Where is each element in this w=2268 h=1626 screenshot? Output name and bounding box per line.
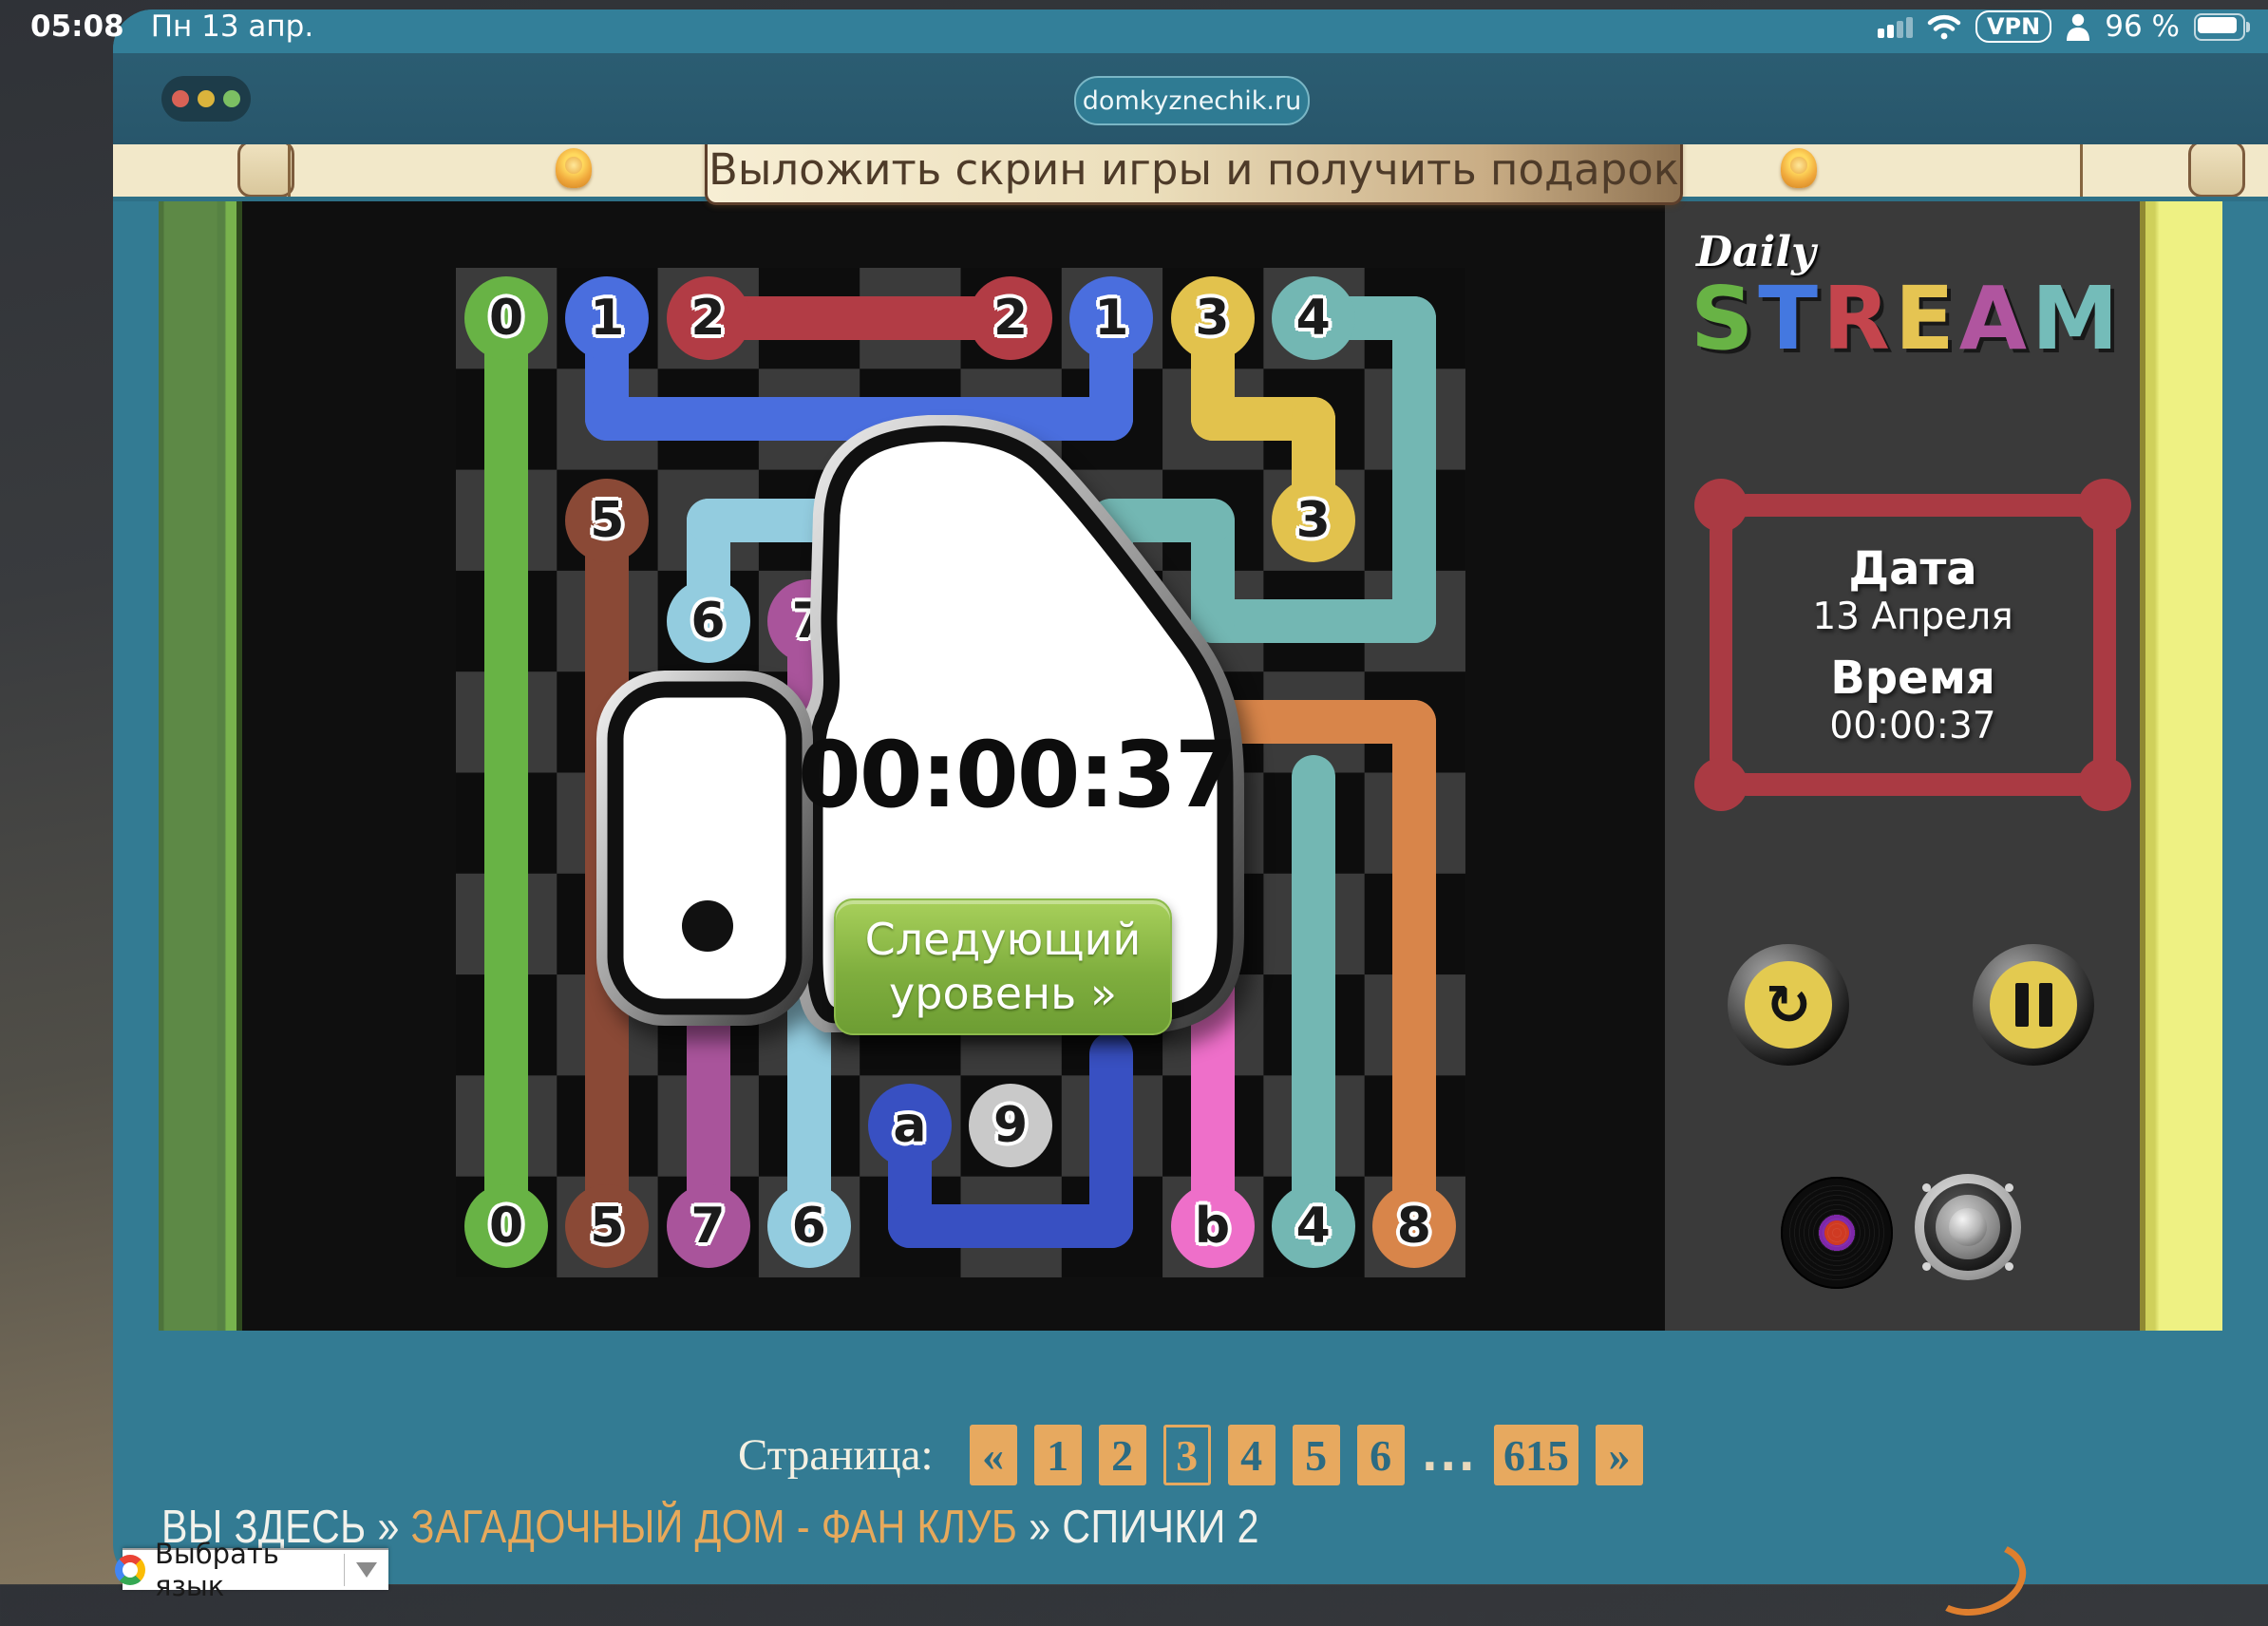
endpoint-a-navy[interactable]: a: [868, 1084, 952, 1167]
address-bar[interactable]: domkyznechik.ru: [1074, 76, 1310, 125]
level-timer: 00:00:37: [798, 722, 1225, 828]
time-label: Время: [1830, 652, 1995, 705]
language-selector-label: Выбрать язык: [155, 1538, 344, 1602]
endpoint-0-green[interactable]: 0: [464, 1184, 548, 1268]
pagination-next[interactable]: »: [1596, 1425, 1643, 1485]
pipe-navy: [1089, 1032, 1133, 1248]
brand-stream-logo: STREAM: [1691, 268, 2118, 369]
pipe-teal: [1392, 296, 1436, 643]
frame-corner-dot: [1694, 758, 1748, 811]
minimize-window-icon[interactable]: [198, 90, 215, 107]
endpoint-3-yellow[interactable]: 3: [1171, 276, 1255, 360]
decor-yellow-pencil: [2140, 201, 2222, 1331]
brand-letter-S: S: [1691, 268, 1758, 369]
brand-letter-T: T: [1758, 268, 1823, 369]
endpoint-2-red[interactable]: 2: [969, 276, 1052, 360]
pagination-page-5[interactable]: 5: [1293, 1425, 1340, 1485]
close-window-icon[interactable]: [172, 90, 189, 107]
banner-divider: [2080, 144, 2083, 197]
status-bar-right: VPN 96 %: [1878, 9, 2245, 44]
language-selector[interactable]: Выбрать язык: [123, 1548, 388, 1590]
pagination-label: Страница:: [738, 1429, 934, 1481]
endpoint-b-pink[interactable]: b: [1171, 1184, 1255, 1268]
pagination-page-4[interactable]: 4: [1228, 1425, 1276, 1485]
window-controls[interactable]: [161, 76, 251, 122]
knuckle-dot: [682, 900, 733, 952]
status-bar-left: 05:08 Пн 13 апр.: [30, 9, 313, 44]
endpoint-9-silver[interactable]: 9: [969, 1084, 1052, 1167]
next-level-line1: Следующий: [865, 913, 1142, 967]
medal-icon: [556, 148, 592, 188]
banner-tab-left: [237, 141, 294, 198]
sound-toggle-icon[interactable]: [1915, 1174, 2021, 1280]
pipe-teal: [1292, 755, 1335, 1248]
breadcrumb-separator: »: [1029, 1502, 1050, 1553]
date-time-panel: Дата 13 Апреля Время 00:00:37: [1710, 494, 2116, 796]
time-value: 00:00:37: [1829, 705, 1995, 747]
pagination-page-2[interactable]: 2: [1099, 1425, 1146, 1485]
endpoint-0-green[interactable]: 0: [464, 276, 548, 360]
status-date: Пн 13 апр.: [151, 9, 314, 44]
pagination: Страница: « 123456... 615 »: [113, 1425, 2268, 1485]
breadcrumb-section-link[interactable]: ЗАГАДОЧНЫЙ ДОМ - ФАН КЛУБ: [411, 1502, 1018, 1553]
next-level-button[interactable]: Следующий уровень »: [834, 898, 1172, 1035]
battery-icon: [2194, 13, 2245, 41]
banner-divider: [288, 144, 291, 197]
google-translate-icon: [115, 1555, 145, 1585]
banner-text: Выложить скрин игры и получить подарок: [709, 144, 1679, 195]
next-level-line2: уровень »: [889, 967, 1117, 1021]
clock: 05:08: [30, 9, 124, 44]
brand-letter-M: M: [2032, 268, 2124, 369]
battery-percent: 96 %: [2105, 9, 2180, 44]
endpoint-4-teal[interactable]: 4: [1272, 1184, 1355, 1268]
refresh-icon: ↻: [1766, 977, 1812, 1032]
user-icon: [2066, 12, 2090, 41]
date-label: Дата: [1848, 542, 1976, 596]
date-value: 13 Апреля: [1812, 596, 2013, 638]
endpoint-3-yellow[interactable]: 3: [1272, 479, 1355, 562]
banner-tab-right: [2188, 141, 2245, 198]
pipe-orange: [1392, 700, 1436, 1248]
endpoint-1-blue[interactable]: 1: [1069, 276, 1153, 360]
pause-icon: [1990, 961, 2077, 1049]
frame-corner-dot: [1694, 479, 1748, 532]
music-toggle-icon[interactable]: [1781, 1177, 1893, 1289]
breadcrumb-current: СПИЧКИ 2: [1062, 1502, 1259, 1553]
frame-corner-dot: [2078, 479, 2131, 532]
url-text: domkyznechik.ru: [1083, 86, 1301, 116]
brand-letter-A: A: [1959, 268, 2032, 369]
zoom-window-icon[interactable]: [223, 90, 240, 107]
endpoint-7-magenta[interactable]: 7: [667, 1184, 750, 1268]
brand-letter-E: E: [1895, 268, 1959, 369]
brand-letter-R: R: [1823, 268, 1895, 369]
endpoint-6-lightblue[interactable]: 6: [767, 1184, 851, 1268]
endpoint-1-blue[interactable]: 1: [565, 276, 649, 360]
pause-button[interactable]: [1973, 944, 2094, 1066]
endpoint-5-brown[interactable]: 5: [565, 1184, 649, 1268]
endpoint-2-red[interactable]: 2: [667, 276, 750, 360]
vpn-badge: VPN: [1975, 10, 2051, 43]
endpoint-4-teal[interactable]: 4: [1272, 276, 1355, 360]
cellular-signal-icon: [1878, 15, 1913, 38]
wifi-icon: [1927, 13, 1961, 40]
pagination-current-page[interactable]: 3: [1163, 1425, 1211, 1485]
pagination-page-6[interactable]: 6: [1357, 1425, 1405, 1485]
endpoint-8-orange[interactable]: 8: [1372, 1184, 1456, 1268]
medal-icon: [1781, 148, 1817, 188]
frame-corner-dot: [2078, 758, 2131, 811]
pagination-page-1[interactable]: 1: [1034, 1425, 1082, 1485]
pagination-page-615[interactable]: 615: [1494, 1425, 1578, 1485]
restart-button[interactable]: ↻: [1728, 944, 1849, 1066]
pagination-prev[interactable]: «: [970, 1425, 1017, 1485]
decor-green-pencil: [159, 201, 242, 1331]
pipe-green: [484, 296, 528, 1248]
pagination-ellipsis: ...: [1422, 1429, 1477, 1481]
breadcrumb-separator: »: [377, 1502, 399, 1553]
language-dropdown-arrow[interactable]: [344, 1554, 388, 1586]
